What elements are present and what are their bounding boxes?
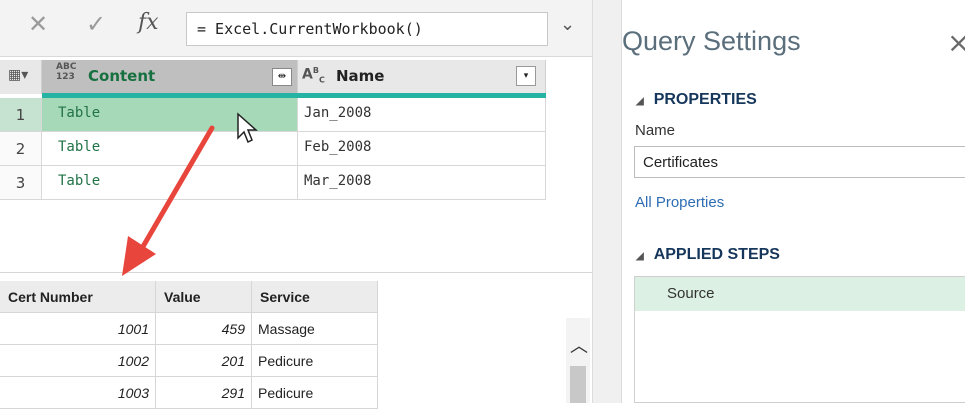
collapse-triangle-icon: ◢	[636, 96, 644, 107]
pane-title: Query Settings	[622, 26, 801, 56]
applied-steps-list: Source	[634, 276, 965, 403]
section-label: APPLIED STEPS	[653, 246, 780, 263]
mouse-cursor-icon	[237, 112, 258, 144]
properties-section-header[interactable]: ◢ PROPERTIES	[636, 91, 757, 109]
close-pane-button[interactable]: ×	[947, 26, 965, 59]
pane-splitter[interactable]	[592, 0, 622, 403]
all-properties-link[interactable]: All Properties	[635, 194, 724, 211]
query-settings-pane: Query Settings × ◢ PROPERTIES Name Certif…	[622, 0, 965, 403]
section-label: PROPERTIES	[653, 91, 757, 108]
name-label: Name	[635, 122, 676, 139]
collapse-triangle-icon: ◢	[636, 251, 644, 262]
step-item[interactable]: Source	[635, 277, 965, 311]
query-name-input[interactable]: Certificates	[634, 146, 965, 178]
applied-steps-section-header[interactable]: ◢ APPLIED STEPS	[636, 246, 780, 264]
